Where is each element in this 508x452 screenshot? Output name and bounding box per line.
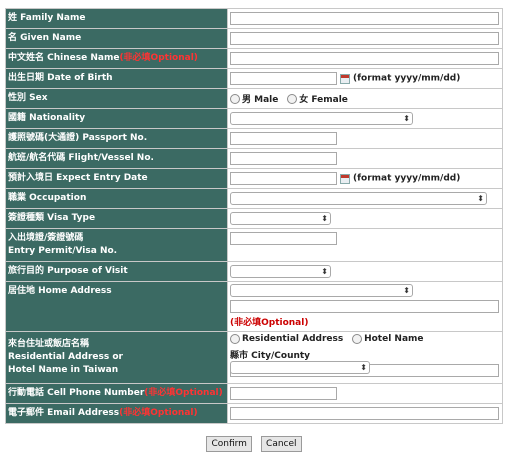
optional-note: (非必填Optional): [119, 53, 198, 63]
purpose-select[interactable]: ⬍: [230, 265, 331, 278]
city-county-select[interactable]: ⬍: [230, 361, 370, 374]
entry-date-label: 預計入境日 Expect Entry Date: [5, 168, 228, 189]
passport-label: 護照號碼(大通證) Passport No.: [5, 128, 228, 149]
cancel-button[interactable]: Cancel: [261, 436, 302, 452]
updown-arrow-icon: ⬍: [360, 363, 367, 372]
chinese-name-input[interactable]: [230, 52, 499, 65]
entry-date-input[interactable]: [230, 172, 337, 185]
home-address-label: 居住地 Home Address: [5, 281, 228, 332]
confirm-button[interactable]: Confirm: [206, 436, 252, 452]
chinese-name-label: 中文姓名 Chinese Name(非必填Optional): [5, 48, 228, 69]
phone-input[interactable]: [230, 387, 337, 400]
hotel-name-option-label: Hotel Name: [364, 334, 424, 344]
visa-application-form: 姓 Family Name 名 Given Name 中文姓名 Chinese …: [5, 8, 503, 424]
occupation-select[interactable]: ⬍: [230, 192, 487, 205]
updown-arrow-icon: ⬍: [477, 194, 484, 203]
optional-note: (非必填Optional): [119, 408, 198, 418]
occupation-label: 職業 Occupation: [5, 188, 228, 209]
optional-note: (非必填Optional): [144, 388, 223, 398]
dob-input[interactable]: [230, 72, 337, 85]
form-actions: Confirm Cancel: [0, 431, 508, 452]
sex-female-radio[interactable]: [287, 93, 298, 104]
date-format-hint: (format yyyy/mm/dd): [353, 73, 461, 84]
home-address-input[interactable]: [230, 300, 499, 313]
visa-type-label: 簽證種類 Visa Type: [5, 208, 228, 229]
updown-arrow-icon: ⬍: [321, 214, 328, 223]
updown-arrow-icon: ⬍: [403, 114, 410, 123]
optional-note: (非必填Optional): [230, 318, 309, 328]
updown-arrow-icon: ⬍: [321, 267, 328, 276]
sex-label: 性別 Sex: [5, 88, 228, 109]
sex-male-radio[interactable]: [230, 93, 240, 104]
given-name-label: 名 Given Name: [5, 28, 228, 49]
entry-permit-input[interactable]: [230, 232, 337, 245]
email-label: 電子郵件 Email Address(非必填Optional): [5, 403, 228, 424]
email-input[interactable]: [230, 407, 499, 420]
dob-label: 出生日期 Date of Birth: [5, 68, 228, 89]
family-name-input[interactable]: [230, 12, 499, 25]
visa-type-select[interactable]: ⬍: [230, 212, 331, 225]
entry-permit-label: 入出境證/簽證號碼 Entry Permit/Visa No.: [5, 228, 228, 262]
residential-address-option-label: Residential Address: [242, 334, 344, 344]
sex-female-label: 女 Female: [299, 95, 348, 105]
calendar-icon[interactable]: [340, 173, 350, 184]
passport-input[interactable]: [230, 132, 337, 145]
purpose-label: 旅行目的 Purpose of Visit: [5, 261, 228, 282]
home-address-select[interactable]: ⬍: [230, 284, 413, 297]
phone-label: 行動電話 Cell Phone Number(非必填Optional): [5, 383, 228, 404]
nationality-select[interactable]: ⬍: [230, 112, 413, 125]
residential-address-radio[interactable]: [230, 334, 240, 344]
updown-arrow-icon: ⬍: [403, 286, 410, 295]
flight-label: 航班/航名代碼 Flight/Vessel No.: [5, 148, 228, 169]
given-name-input[interactable]: [230, 32, 499, 45]
sex-male-label: 男 Male: [242, 95, 279, 105]
city-county-label: 縣市 City/County: [230, 351, 311, 361]
calendar-icon[interactable]: [340, 73, 350, 84]
hotel-name-radio[interactable]: [352, 334, 363, 344]
family-name-label: 姓 Family Name: [5, 8, 228, 29]
flight-input[interactable]: [230, 152, 337, 165]
nationality-label: 國籍 Nationality: [5, 108, 228, 129]
residence-label: 來台住址或飯店名稱 Residential Address or Hotel Nam…: [5, 331, 228, 384]
date-format-hint: (format yyyy/mm/dd): [353, 173, 461, 184]
